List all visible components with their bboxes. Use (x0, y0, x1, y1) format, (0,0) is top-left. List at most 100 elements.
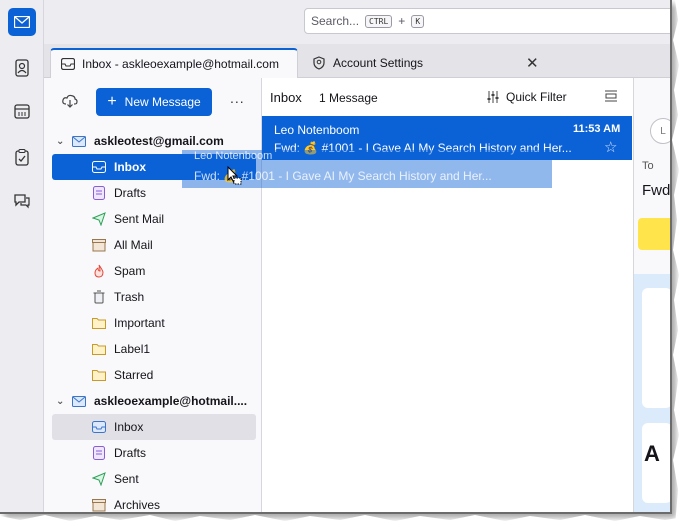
body-card-heading: A (642, 423, 670, 503)
reader-subject: Fwd (642, 182, 670, 199)
folder-icon (90, 315, 108, 331)
inbox-tab-icon (61, 58, 75, 70)
folder-item-drafts[interactable]: Drafts (52, 180, 256, 206)
folder-label: Inbox (114, 420, 144, 434)
folder-icon (90, 367, 108, 383)
folder-icon (90, 341, 108, 357)
folder-label: All Mail (114, 238, 153, 252)
message-list-pane: Inbox 1 Message Quick Filter Leo Notenbo… (262, 78, 634, 512)
quick-filter-button[interactable]: Quick Filter (486, 90, 567, 104)
folder-item-starred[interactable]: Starred (52, 362, 256, 388)
torn-edge-bottom (0, 515, 684, 526)
unified-toolbar: Search... CTRL + K (44, 0, 670, 44)
drag-cursor-icon (227, 165, 243, 189)
account-row-hotmail[interactable]: ⌄ askleoexample@hotmail.... (52, 388, 256, 414)
folder-item-inbox[interactable]: Inbox (52, 154, 256, 180)
new-message-label: New Message (124, 95, 201, 109)
message-reader-pane: L To Fwd A (634, 78, 670, 512)
body-glyph: A (644, 441, 660, 466)
folder-item-drafts-hotmail[interactable]: Drafts (52, 440, 256, 466)
folder-label: Archives (114, 498, 161, 512)
message-row[interactable]: Leo Notenboom 11:53 AM Fwd: 💰 #1001 - I … (262, 116, 632, 160)
tasks-space-button[interactable] (8, 143, 36, 171)
spam-flame-icon (90, 263, 108, 279)
message-time: 11:53 AM (573, 123, 621, 135)
more-label: ... (230, 90, 245, 106)
trash-icon (90, 289, 108, 305)
cloud-download-icon (62, 94, 78, 108)
avatar-initial: L (660, 125, 666, 137)
shortcut-plus: + (398, 14, 406, 28)
folder-item-sent-mail[interactable]: Sent Mail (52, 206, 256, 232)
folder-label: Spam (114, 264, 146, 278)
folder-item-all-mail[interactable]: All Mail (52, 232, 256, 258)
chat-space-button[interactable] (8, 187, 36, 215)
folder-label: Label1 (114, 342, 151, 356)
mail-account-icon (70, 133, 88, 149)
folder-item-sent-hotmail[interactable]: Sent (52, 466, 256, 492)
inbox-icon (90, 159, 108, 175)
folder-title: Inbox (270, 90, 302, 105)
address-book-icon (15, 59, 29, 77)
calendar-icon (14, 104, 30, 119)
folder-label: Drafts (114, 446, 147, 460)
thunderbird-window: Search... CTRL + K Inbox - askleoexample… (0, 0, 672, 514)
folder-pane: + New Message ... ⌄ askleotest@gmail.com… (44, 78, 262, 512)
mail-space-button[interactable] (8, 8, 36, 36)
tab-inbox[interactable]: Inbox - askleoexample@hotmail.com (50, 48, 298, 78)
torn-edge-right (672, 0, 684, 526)
folder-item-label1[interactable]: Label1 (52, 336, 256, 362)
archive-icon (90, 237, 108, 253)
message-count: 1 Message (319, 91, 378, 105)
folder-label: Sent (114, 472, 139, 486)
shortcut-key-ctrl: CTRL (365, 14, 393, 28)
body-card (642, 288, 670, 408)
account-settings-icon (313, 56, 325, 70)
get-messages-button[interactable] (62, 94, 78, 111)
close-tab-icon[interactable]: ✕ (526, 54, 539, 72)
folder-label: Starred (114, 368, 154, 382)
folder-item-inbox-hotmail[interactable]: Inbox (52, 414, 256, 440)
shortcut-key-k: K (411, 14, 425, 28)
quick-filter-label: Quick Filter (506, 90, 567, 104)
message-subject: Fwd: 💰 #1001 - I Gave AI My Search Histo… (274, 141, 572, 155)
folder-label: Inbox (114, 160, 146, 174)
mail-account-icon (70, 393, 88, 409)
avatar: L (650, 118, 670, 144)
chevron-down-icon[interactable]: ⌄ (56, 396, 70, 407)
folder-label: Important (114, 316, 165, 330)
search-input[interactable]: Search... CTRL + K (304, 8, 670, 34)
header-to-label: To (642, 160, 654, 172)
drafts-icon (90, 185, 108, 201)
inbox-icon (90, 419, 108, 435)
star-icon[interactable]: ☆ (604, 138, 617, 156)
new-message-button[interactable]: + New Message (96, 88, 212, 116)
sent-icon (90, 211, 108, 227)
folder-label: Drafts (114, 186, 147, 200)
account-row-gmail[interactable]: ⌄ askleotest@gmail.com (52, 128, 256, 154)
drafts-icon (90, 445, 108, 461)
sent-icon (90, 471, 108, 487)
folder-item-trash[interactable]: Trash (52, 284, 256, 310)
tab-account-settings-label: Account Settings (333, 56, 424, 70)
list-display-options-button[interactable] (604, 90, 618, 105)
folder-pane-more-button[interactable]: ... (230, 90, 245, 106)
tab-account-settings[interactable]: Account Settings (302, 48, 502, 78)
search-placeholder: Search... (311, 14, 360, 28)
folder-label: Trash (114, 290, 145, 304)
plus-icon: + (107, 93, 117, 110)
calendar-space-button[interactable] (8, 97, 36, 125)
spaces-toolbar (0, 0, 44, 512)
chat-icon (14, 194, 30, 209)
filter-sliders-icon (487, 91, 499, 103)
display-options-icon (605, 90, 617, 102)
chevron-down-icon[interactable]: ⌄ (56, 136, 70, 147)
folder-item-archives-hotmail[interactable]: Archives (52, 492, 256, 512)
folder-item-important[interactable]: Important (52, 310, 256, 336)
mail-icon (14, 16, 30, 28)
folder-label: Sent Mail (114, 212, 165, 226)
address-book-space-button[interactable] (8, 54, 36, 82)
tab-inbox-label: Inbox - askleoexample@hotmail.com (82, 57, 279, 71)
folder-item-spam[interactable]: Spam (52, 258, 256, 284)
remote-content-notice-icon[interactable] (638, 218, 670, 250)
